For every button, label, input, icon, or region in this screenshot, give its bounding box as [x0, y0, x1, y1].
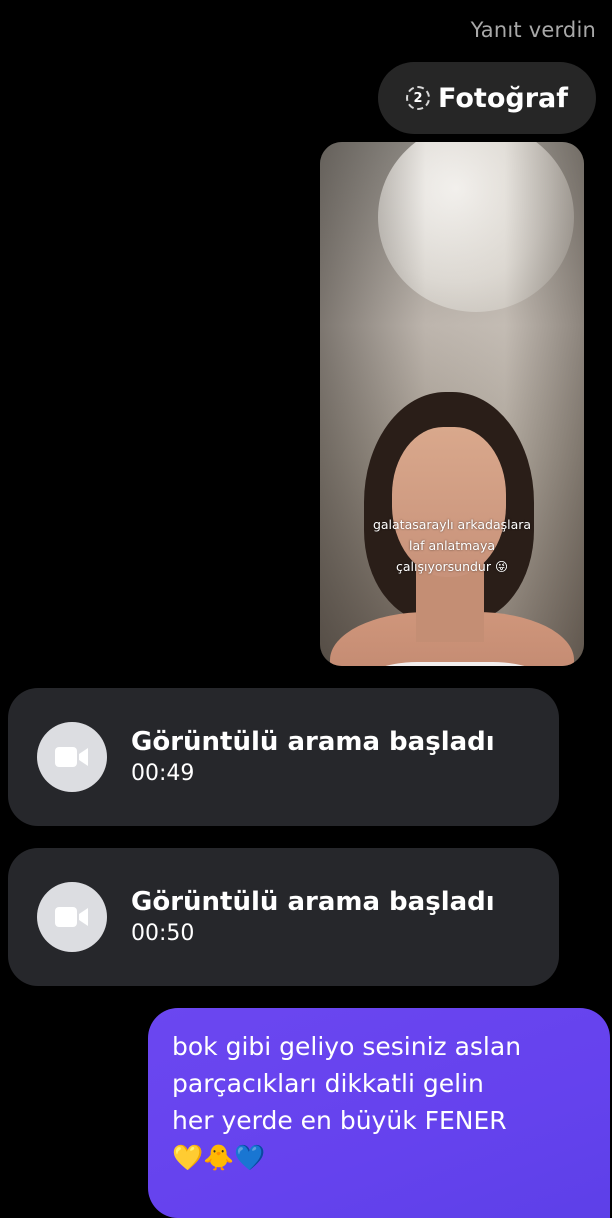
message-emoji-line: 💛🐥💙 — [172, 1143, 266, 1172]
shared-photo[interactable]: galatasaraylı arkadaşlara laf anlatmaya … — [320, 142, 584, 666]
video-call-message[interactable]: Görüntülü arama başladı 00:49 — [8, 688, 559, 826]
message-line: parçacıkları dikkatli gelin — [172, 1069, 484, 1098]
video-call-message[interactable]: Görüntülü arama başladı 00:50 — [8, 848, 559, 986]
call-duration: 00:50 — [131, 921, 195, 946]
call-title: Görüntülü arama başladı — [131, 887, 495, 917]
message-line: bok gibi geliyo sesiniz aslan — [172, 1032, 522, 1061]
outgoing-message-bubble[interactable]: bok gibi geliyo sesiniz aslan parçacıkla… — [148, 1008, 610, 1218]
photo-caption: galatasaraylı arkadaşlara laf anlatmaya … — [320, 514, 584, 577]
photo-caption-line: galatasaraylı arkadaşlara — [372, 517, 532, 532]
video-camera-icon — [37, 722, 107, 792]
view-once-count-icon: 2 — [406, 86, 431, 110]
message-line: her yerde en büyük FENER — [172, 1106, 507, 1135]
call-title: Görüntülü arama başladı — [131, 727, 495, 757]
call-duration: 00:49 — [131, 761, 195, 786]
photo-caption-line: laf anlatmaya — [408, 538, 496, 553]
photo-reply-pill[interactable]: 2 Fotoğraf — [378, 62, 596, 134]
video-camera-icon — [37, 882, 107, 952]
photo-pill-label: Fotoğraf — [438, 82, 568, 114]
reply-status-label: Yanıt verdin — [470, 18, 596, 42]
photo-caption-line: çalışıyorsundur 😜 — [395, 559, 508, 574]
